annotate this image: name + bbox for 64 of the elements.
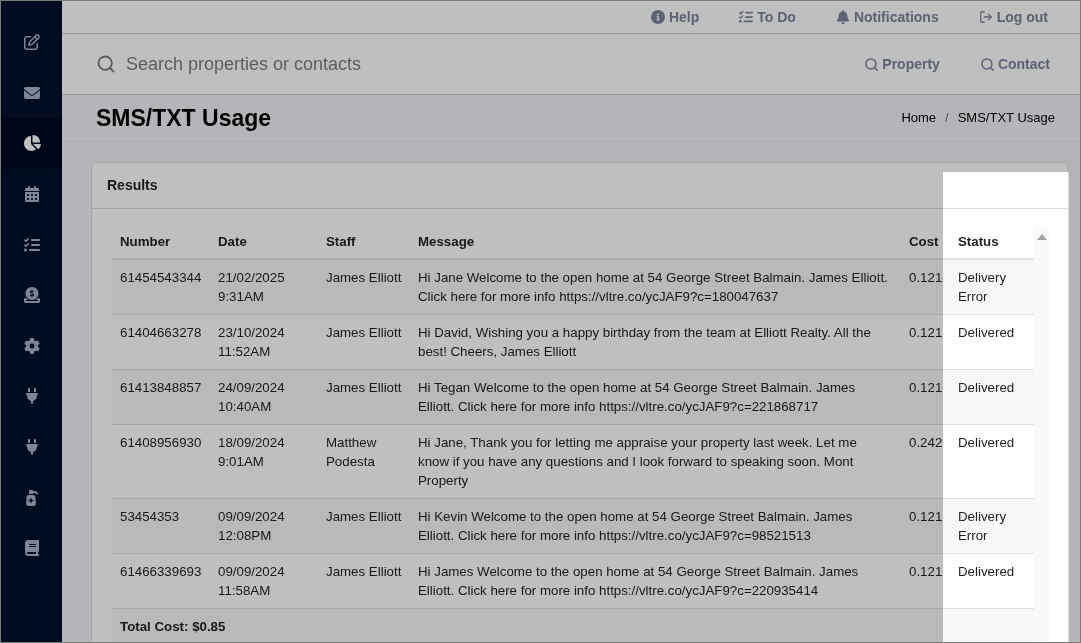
table-cell: 0.121 xyxy=(901,314,950,370)
plug-icon xyxy=(23,388,40,405)
table-cell: 18/09/2024 9:01AM xyxy=(210,424,318,499)
table-cell: 53454353 xyxy=(112,498,210,554)
table-cell: James Elliott xyxy=(318,314,410,370)
table-cell: 61408956930 xyxy=(112,424,210,499)
coin-slot-icon xyxy=(23,287,40,304)
table-cell: 61466339693 xyxy=(112,553,210,609)
table-cell: 0.121 xyxy=(901,553,950,609)
search-icon xyxy=(864,56,880,72)
calendar-icon xyxy=(23,186,40,203)
table-cell: 21/02/2025 9:31AM xyxy=(210,259,318,315)
table-cell: Matthew Podesta xyxy=(318,424,410,499)
card-title: Results xyxy=(107,176,158,195)
table-cell: Hi Tegan Welcome to the open home at 54 George Street Balmain. James Elliott. Click here for more info https://vltre.co/ycJAF9?c=221868717 xyxy=(410,369,901,425)
plug-icon xyxy=(23,439,40,456)
table-cell: 09/09/2024 11:58AM xyxy=(210,553,318,609)
checklist-icon xyxy=(739,10,754,24)
pie-chart-icon xyxy=(22,134,41,153)
table-cell: 61454543344 xyxy=(112,259,210,315)
search-field[interactable]: Search properties or contacts xyxy=(126,50,426,78)
table-cell: 23/10/2024 11:52AM xyxy=(210,314,318,370)
table-cell: 0.121 xyxy=(901,498,950,554)
table-cell: 0.121 xyxy=(901,259,950,315)
bell-icon xyxy=(835,10,850,24)
table-cell: Hi Jane Welcome to the open home at 54 George Street Balmain. James Elliott. Click here for more info https://vltre.co/ycJAF9?c=180047637 xyxy=(410,259,901,315)
table-cell: Hi Kevin Welcome to the open home at 54 George Street Balmain. James Elliott. Click here for more info https://vltre.co/ycJAF9?c=98521513 xyxy=(410,498,901,554)
breadcrumb-separator: / xyxy=(945,109,949,128)
table-cell: James Elliott xyxy=(318,369,410,425)
table-cell: 0.121 xyxy=(901,369,950,425)
table-cell: 61413848857 xyxy=(112,369,210,425)
checklist-icon xyxy=(23,236,40,253)
table-cell: James Elliott xyxy=(318,553,410,609)
breadcrumb-link[interactable]: Home xyxy=(901,108,937,128)
search-scope-button[interactable]: Contact xyxy=(979,53,1050,75)
notifications-link[interactable]: Notifications xyxy=(835,6,939,28)
table-cell: Hi David, Wishing you a happy birthday from the team at Elliott Realty. All the best! Cheers, James Elliott xyxy=(410,314,901,370)
search-icon xyxy=(96,54,116,74)
info-icon xyxy=(650,10,665,24)
sidebar-button[interactable] xyxy=(1,118,62,169)
table-cell: Hi Jane, Thank you for letting me appraise your property last week. Let me know if you have any questions and I look forward to speaking soon. Mont Property xyxy=(410,424,901,499)
page-title: SMS/TXT Usage xyxy=(96,103,272,133)
envelope-icon xyxy=(23,84,40,101)
logout-link[interactable]: Log out xyxy=(978,6,1048,28)
scrollbar[interactable] xyxy=(1034,227,1049,642)
table-cell: 24/09/2024 10:40AM xyxy=(210,369,318,425)
search-scope-button[interactable]: Property xyxy=(864,53,940,75)
spray-bottle-icon xyxy=(23,489,40,506)
table-cell: Hi James Welcome to the open home at 54 George Street Balmain. James Elliott. Click here for more info https://vltre.co/ycJAF9?c=220935414 xyxy=(410,553,901,609)
table-cell: 61404663278 xyxy=(112,314,210,370)
table-cell: 0.242 xyxy=(901,424,950,499)
scroll-up-icon xyxy=(1036,234,1047,240)
table-cell: 09/09/2024 12:08PM xyxy=(210,498,318,554)
edit-icon xyxy=(23,34,40,51)
todo-link[interactable]: To Do xyxy=(739,6,796,28)
total-cost-label: Total Cost: $0.85 xyxy=(120,619,226,634)
settings-icon xyxy=(23,337,40,354)
table-cell: James Elliott xyxy=(318,498,410,554)
book-icon xyxy=(23,540,40,557)
help-link[interactable]: Help xyxy=(650,6,700,28)
breadcrumb-current: SMS/TXT Usage xyxy=(957,109,1055,128)
search-icon xyxy=(979,56,995,72)
logout-icon xyxy=(978,10,993,24)
table-cell: James Elliott xyxy=(318,259,410,315)
